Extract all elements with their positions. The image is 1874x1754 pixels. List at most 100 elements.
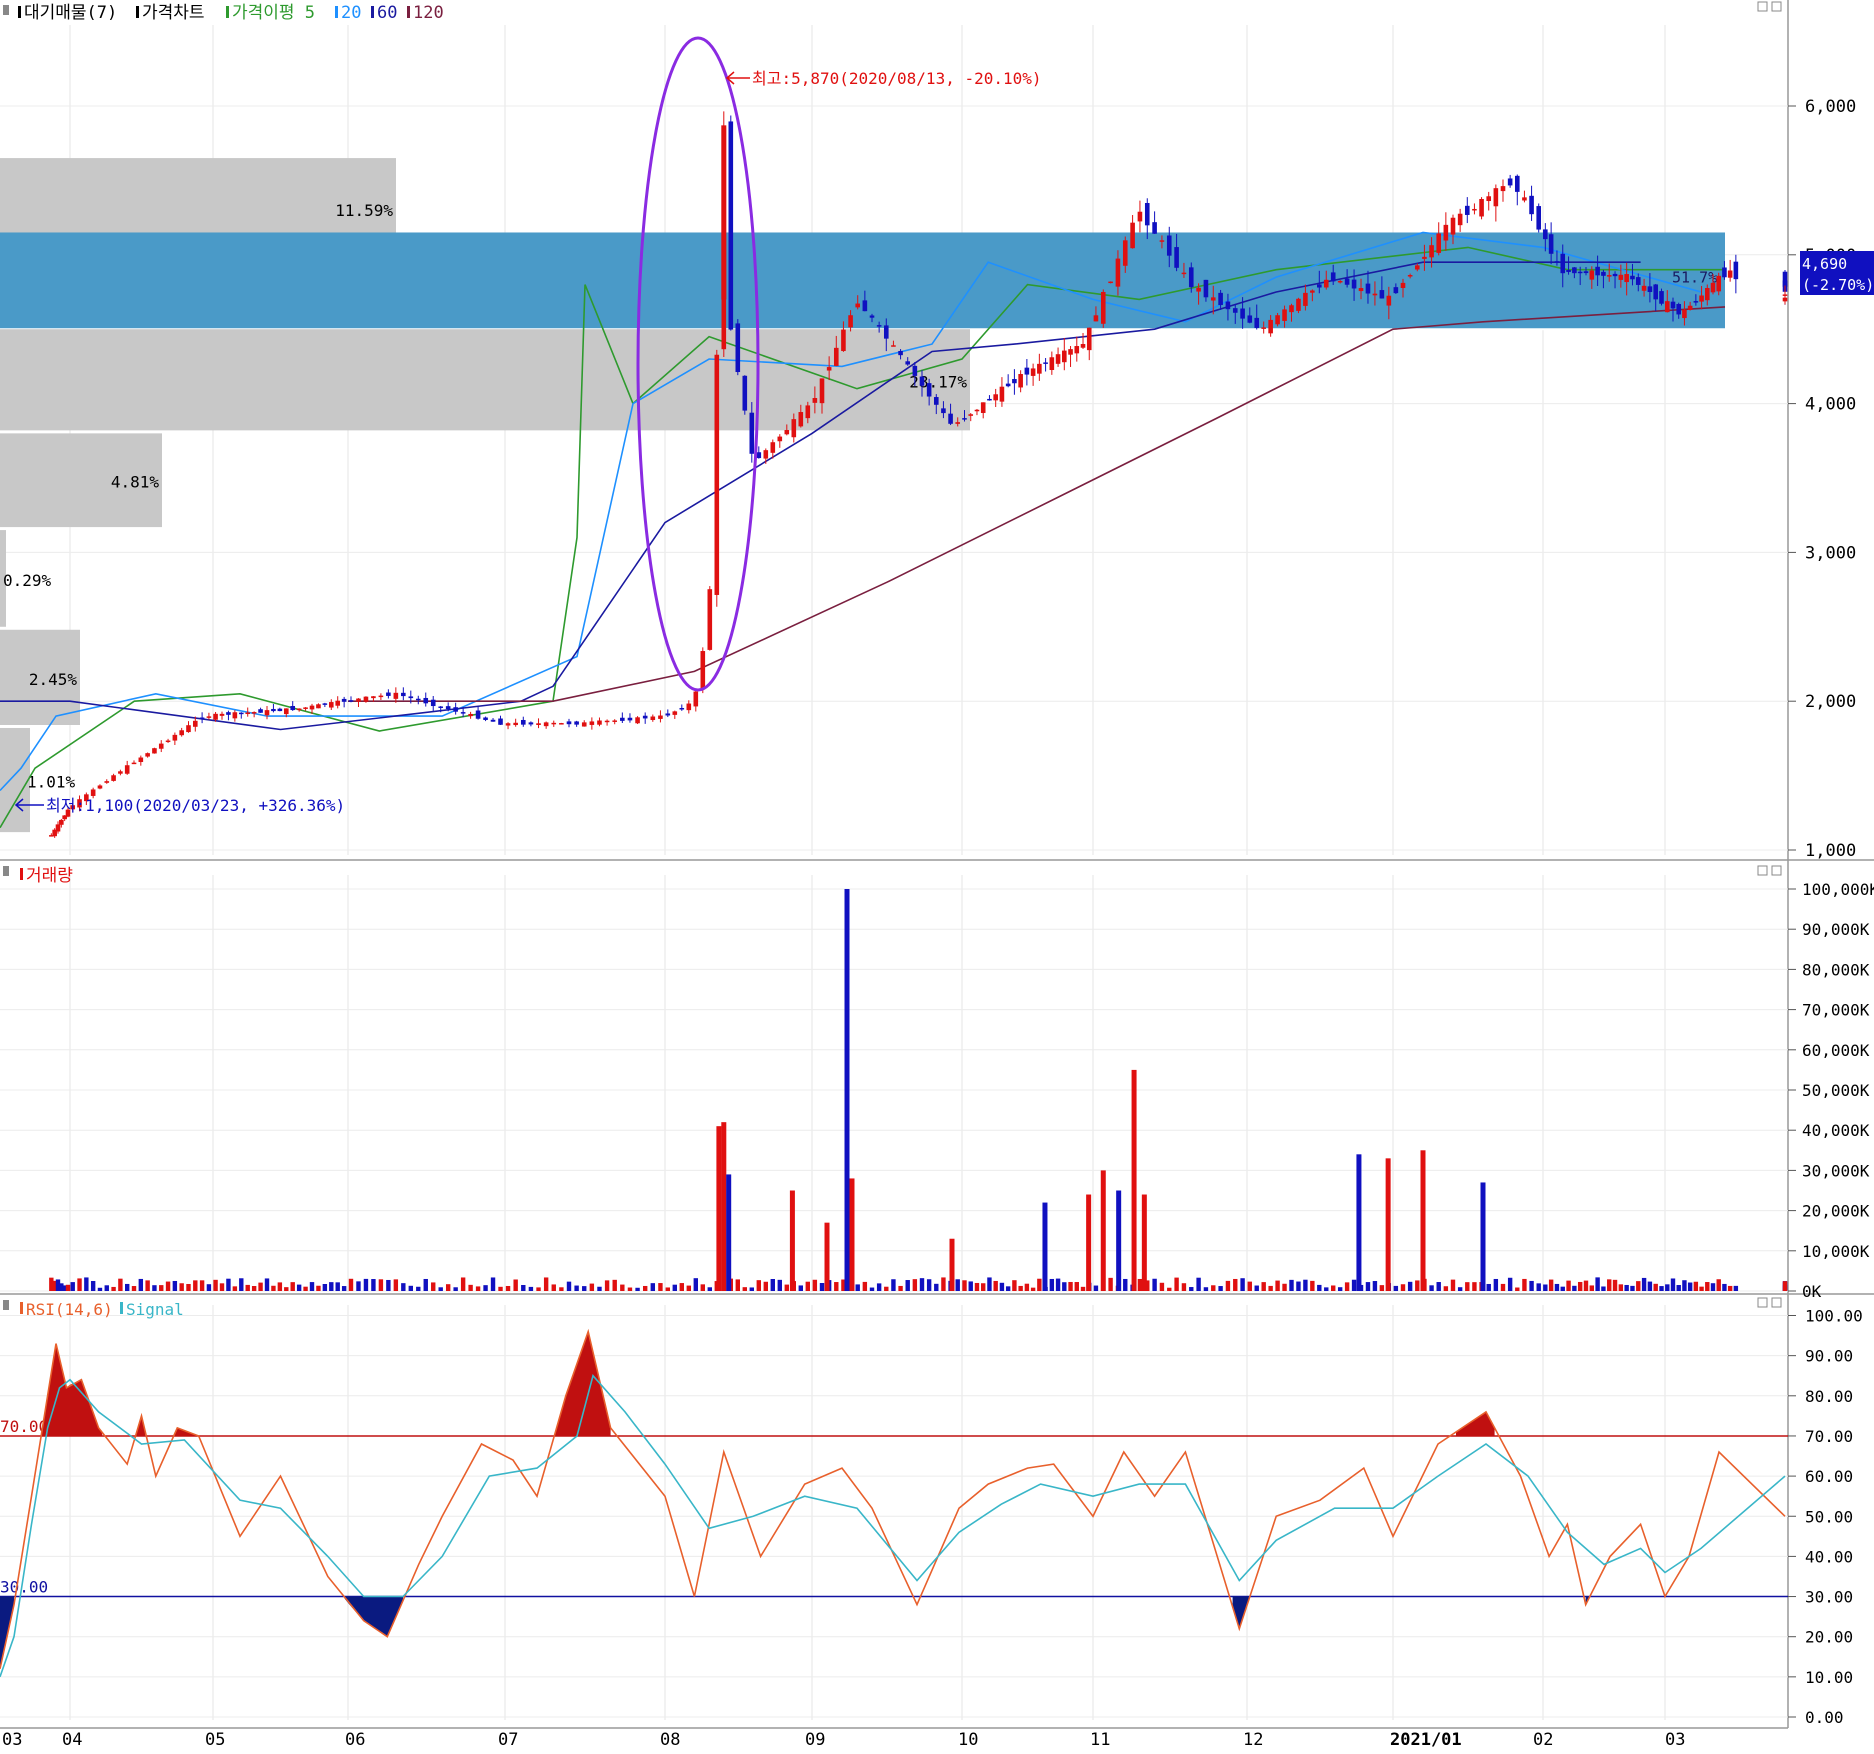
candle-body [1486, 196, 1492, 202]
volume-axis-label: 80,000K [1802, 960, 1870, 979]
rsi-axis-label: 70.00 [1805, 1427, 1853, 1446]
candle-body [1664, 301, 1670, 313]
candle-body [238, 712, 244, 715]
legend-item-ma20[interactable]: 20 [341, 3, 361, 23]
volume-bar [528, 1286, 534, 1291]
volume-profile-bar [0, 329, 970, 431]
candle-body [826, 367, 832, 371]
candle-body [1049, 357, 1055, 371]
legend-item-ma5[interactable]: 가격이평 5 [232, 3, 315, 23]
volume-bar [104, 1285, 109, 1291]
candle-body [118, 771, 123, 774]
volume-spike-bar [1385, 1158, 1391, 1291]
candle-body [898, 350, 903, 356]
volume-profile-bar [0, 727, 30, 833]
volume-bar [1607, 1279, 1612, 1291]
legend-marker-icon [335, 6, 338, 18]
candle-body [1572, 267, 1577, 274]
stock-chart[interactable]: 11.59% 51.7% 28.17% 4.81% 0.29% 2.45% 1.01% 70… [0, 0, 1874, 1750]
candle-body [1152, 222, 1157, 234]
legend-item-ma60[interactable]: 60 [377, 3, 397, 23]
candle-body [658, 715, 663, 719]
volume-bar [749, 1287, 754, 1291]
candle-body [1443, 224, 1449, 241]
candle-body [423, 697, 429, 704]
volume-bar [431, 1282, 436, 1291]
candle-body [1303, 292, 1308, 306]
signal-legend-label[interactable]: Signal [126, 1300, 184, 1319]
volume-bar [1174, 1277, 1179, 1291]
candle-body [1062, 350, 1067, 363]
volume-bar [898, 1285, 903, 1291]
x-axis-tick-label: 03 [2, 1730, 22, 1750]
candle-body [1261, 327, 1266, 329]
candle-body [386, 692, 391, 696]
candle-body [1282, 309, 1287, 321]
volume-bar [329, 1282, 334, 1291]
legend-item-supply[interactable]: 대기매물(7) [24, 3, 117, 23]
volume-bar [1074, 1282, 1079, 1291]
candle-body [1122, 240, 1128, 266]
volume-bar [1218, 1286, 1223, 1291]
candle-body [777, 436, 783, 442]
rsi-axis-label: 40.00 [1805, 1547, 1853, 1566]
candle-body [559, 723, 564, 725]
x-axis-tick-label: 02 [1533, 1730, 1553, 1750]
candle-body [1108, 281, 1113, 284]
legend-item-ma120[interactable]: 120 [413, 3, 444, 23]
volume-bar [1727, 1285, 1733, 1291]
volume-bar [1522, 1278, 1527, 1291]
candle-body [855, 303, 861, 308]
candle-body [1457, 213, 1463, 226]
candle-body [1144, 202, 1150, 226]
legend-collapse-icon[interactable] [3, 866, 9, 876]
candle-body [714, 354, 720, 595]
candle-body [328, 702, 334, 708]
candle-body [1670, 301, 1676, 309]
volume-bar [968, 1281, 973, 1291]
volume-bar [159, 1285, 164, 1291]
candle-body [798, 412, 804, 427]
volume-title[interactable]: 거래량 [26, 866, 73, 886]
candle-body [309, 705, 315, 710]
volume-bar [1687, 1282, 1693, 1291]
candle-body [264, 710, 270, 716]
candle-body [277, 708, 283, 712]
candle-body [59, 819, 64, 825]
volume-bar [232, 1286, 238, 1291]
candle-body [438, 706, 444, 708]
legend-collapse-icon[interactable] [3, 5, 9, 15]
candle-body [1268, 319, 1273, 334]
volume-bar [919, 1278, 925, 1291]
volume-bar [784, 1284, 789, 1291]
candle-body [145, 753, 150, 757]
candle-body [919, 376, 925, 386]
volume-bar [955, 1279, 960, 1291]
volume-bar [513, 1279, 518, 1291]
candle-body [1659, 291, 1664, 304]
candle-body [371, 696, 376, 699]
candle-body [192, 720, 198, 727]
candle-body [642, 715, 648, 719]
candle-body [1436, 233, 1442, 253]
candle-body [620, 717, 625, 721]
chart-svg[interactable]: 11.59% 51.7% 28.17% 4.81% 0.29% 2.45% 1.01% 70… [0, 0, 1874, 1750]
volume-bar [1282, 1283, 1287, 1291]
volume-bar [251, 1286, 257, 1291]
candle-body [1317, 284, 1322, 288]
x-axis-tick-label: 03 [1665, 1730, 1685, 1750]
candle-body [453, 707, 458, 712]
volume-bar [1407, 1281, 1413, 1291]
candle-body [415, 698, 421, 701]
candle-body [172, 734, 178, 741]
legend-collapse-icon[interactable] [3, 1300, 9, 1310]
volume-bar [322, 1283, 328, 1291]
volume-bar [423, 1278, 428, 1291]
volume-bar [335, 1282, 340, 1291]
candle-body [1379, 290, 1385, 299]
volume-bar [378, 1279, 384, 1291]
legend-item-price-chart[interactable]: 가격차트 [142, 3, 205, 23]
volume-bar [1624, 1284, 1629, 1291]
low-annotation: 최저:1,100(2020/03/23, +326.36%) [14, 796, 345, 815]
rsi-legend-label[interactable]: RSI(14,6) [26, 1300, 113, 1319]
